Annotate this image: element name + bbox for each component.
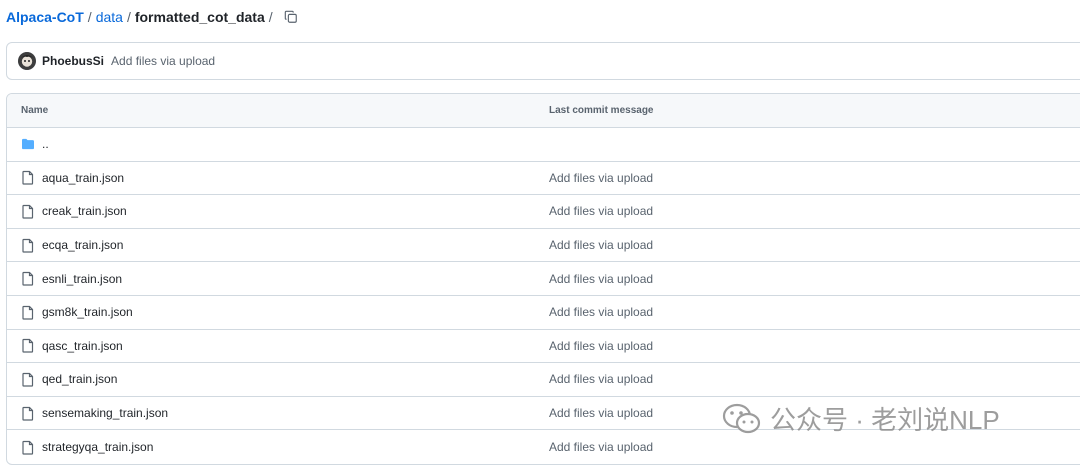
file-icon: [21, 304, 35, 320]
commit-author-link[interactable]: PhoebusSi: [42, 54, 104, 68]
file-name-link[interactable]: qasc_train.json: [42, 339, 123, 353]
file-icon: [21, 237, 35, 253]
file-commit-message-link[interactable]: Add files via upload: [549, 204, 653, 218]
breadcrumb-separator: /: [268, 9, 273, 25]
copy-path-button[interactable]: [283, 9, 299, 25]
file-commit-message-link[interactable]: Add files via upload: [549, 272, 653, 286]
table-row[interactable]: esnli_train.json Add files via upload: [7, 262, 1080, 296]
file-name-link[interactable]: gsm8k_train.json: [42, 305, 133, 319]
table-row[interactable]: creak_train.json Add files via upload: [7, 195, 1080, 229]
file-name-link[interactable]: creak_train.json: [42, 204, 127, 218]
watermark: 公众号 · 老刘说NLP: [722, 400, 1000, 437]
file-commit-message-link[interactable]: Add files via upload: [549, 440, 653, 454]
breadcrumb-data-link[interactable]: data: [96, 9, 123, 25]
file-name-link[interactable]: ecqa_train.json: [42, 238, 123, 252]
file-name-link[interactable]: sensemaking_train.json: [42, 406, 168, 420]
parent-directory-row[interactable]: ..: [7, 128, 1080, 162]
table-row[interactable]: aqua_train.json Add files via upload: [7, 162, 1080, 196]
table-row[interactable]: qed_train.json Add files via upload: [7, 363, 1080, 397]
header-name: Name: [21, 105, 49, 116]
file-icon: [21, 203, 35, 219]
file-commit-message-link[interactable]: Add files via upload: [549, 339, 653, 353]
file-name-link[interactable]: strategyqa_train.json: [42, 440, 153, 454]
breadcrumb: Alpaca-CoT / data / formatted_cot_data /: [6, 7, 299, 27]
copy-icon: [284, 10, 297, 23]
table-row[interactable]: qasc_train.json Add files via upload: [7, 330, 1080, 364]
breadcrumb-separator: /: [87, 9, 92, 25]
avatar[interactable]: [18, 52, 36, 70]
file-icon: [21, 271, 35, 287]
file-icon: [21, 371, 35, 387]
breadcrumb-separator: /: [126, 9, 131, 25]
table-row[interactable]: gsm8k_train.json Add files via upload: [7, 296, 1080, 330]
file-name-link[interactable]: aqua_train.json: [42, 171, 124, 185]
file-name-link[interactable]: qed_train.json: [42, 372, 117, 386]
table-row[interactable]: ecqa_train.json Add files via upload: [7, 229, 1080, 263]
file-name-link[interactable]: esnli_train.json: [42, 272, 122, 286]
file-icon: [21, 338, 35, 354]
table-header: Name Last commit message: [7, 94, 1080, 128]
file-icon: [21, 439, 35, 455]
wechat-icon: [722, 403, 761, 433]
file-icon: [21, 170, 35, 186]
file-commit-message-link[interactable]: Add files via upload: [549, 171, 653, 185]
parent-directory-link[interactable]: ..: [42, 137, 49, 151]
file-commit-message-link[interactable]: Add files via upload: [549, 406, 653, 420]
breadcrumb-current: formatted_cot_data: [134, 9, 265, 25]
file-icon: [21, 405, 35, 421]
file-commit-message-link[interactable]: Add files via upload: [549, 238, 653, 252]
commit-message-link[interactable]: Add files via upload: [111, 54, 215, 68]
file-commit-message-link[interactable]: Add files via upload: [549, 372, 653, 386]
file-commit-message-link[interactable]: Add files via upload: [549, 305, 653, 319]
latest-commit-bar: PhoebusSi Add files via upload: [6, 42, 1080, 80]
folder-icon: [21, 136, 35, 152]
watermark-text: 公众号 · 老刘说NLP: [770, 405, 1000, 435]
header-last-commit-message: Last commit message: [549, 105, 654, 116]
breadcrumb-repo-link[interactable]: Alpaca-CoT: [6, 9, 84, 25]
